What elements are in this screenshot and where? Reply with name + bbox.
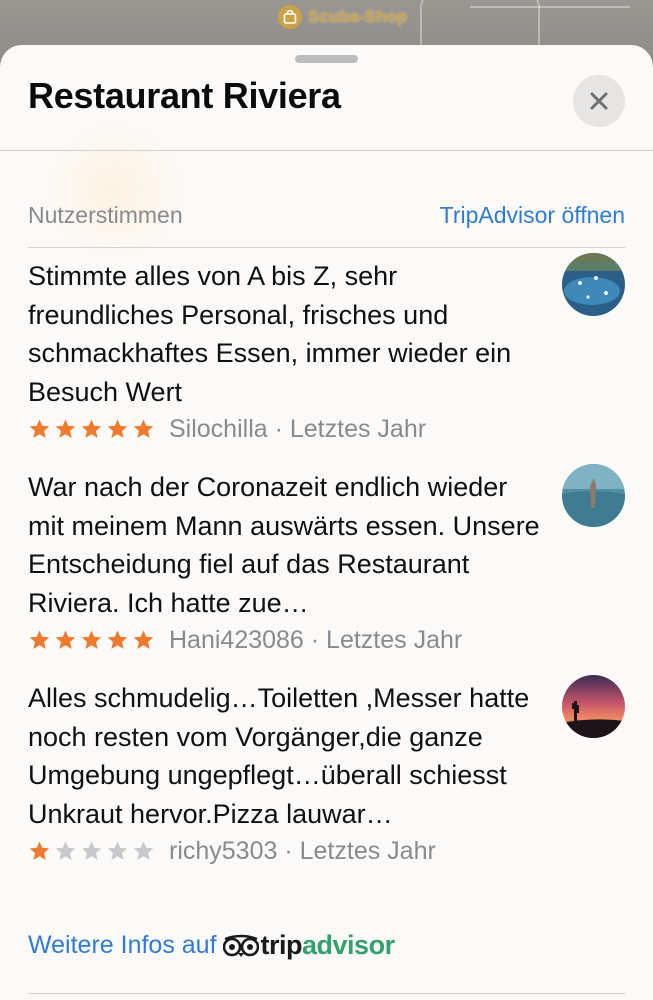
- shopping-bag-icon: [278, 5, 302, 29]
- map-poi-scuba-shop[interactable]: Scuba-Shop: [278, 5, 407, 29]
- more-info-text: Weitere Infos auf: [28, 931, 217, 959]
- review-item[interactable]: Alles schmudelig…Toiletten ,Messer hatte…: [28, 675, 625, 868]
- reviewer-avatar: [562, 253, 625, 316]
- review-meta: richy5303 · Letztes Jahr: [28, 834, 625, 868]
- reviews-section-header: Nutzerstimmen TripAdvisor öffnen: [28, 202, 625, 229]
- star-filled-icon: [55, 629, 76, 649]
- reviewer-avatar: [562, 675, 625, 738]
- review-author-date: richy5303 · Letztes Jahr: [169, 836, 436, 865]
- star-filled-icon: [29, 418, 50, 438]
- star-filled-icon: [81, 629, 102, 649]
- open-tripadvisor-link[interactable]: TripAdvisor öffnen: [440, 202, 625, 229]
- section-title: Nutzerstimmen: [28, 202, 183, 228]
- map-road: [470, 6, 630, 8]
- divider: [28, 993, 625, 994]
- place-title: Restaurant Riviera: [28, 75, 341, 116]
- review-text: Alles schmudelig…Toiletten ,Messer hatte…: [28, 683, 530, 829]
- star-empty-icon: [81, 840, 102, 860]
- tripadvisor-logo: tripadvisor: [222, 930, 396, 961]
- close-button[interactable]: [573, 75, 625, 127]
- tripadvisor-more-info-link[interactable]: Weitere Infos auf tripadvisor: [28, 930, 395, 961]
- divider: [0, 150, 653, 151]
- tripadvisor-owl-icon: [222, 934, 259, 957]
- star-filled-icon: [133, 418, 154, 438]
- star-filled-icon: [29, 840, 50, 860]
- divider: [28, 247, 625, 248]
- star-empty-icon: [55, 840, 76, 860]
- place-card-sheet: Restaurant Riviera Nutzerstimmen TripAdv…: [0, 45, 653, 1000]
- brand-part1: trip: [260, 930, 303, 960]
- star-filled-icon: [55, 418, 76, 438]
- star-rating: [28, 629, 155, 652]
- map-poi-label: Scuba-Shop: [308, 7, 408, 26]
- review-author-date: Silochilla · Letztes Jahr: [169, 414, 427, 443]
- star-rating: [28, 418, 155, 441]
- close-icon: [590, 92, 608, 110]
- star-filled-icon: [81, 418, 102, 438]
- star-filled-icon: [133, 629, 154, 649]
- decorative-glow: [40, 115, 190, 265]
- star-filled-icon: [29, 629, 50, 649]
- star-empty-icon: [133, 840, 154, 860]
- reviewer-avatar: [562, 464, 625, 527]
- review-meta: Hani423086 · Letztes Jahr: [28, 623, 625, 657]
- sheet-grabber[interactable]: [295, 55, 358, 63]
- review-item[interactable]: War nach der Coronazeit endlich wieder m…: [28, 464, 625, 657]
- review-meta: Silochilla · Letztes Jahr: [28, 412, 625, 446]
- review-author-date: Hani423086 · Letztes Jahr: [169, 625, 463, 654]
- review-text: War nach der Coronazeit endlich wieder m…: [28, 472, 540, 618]
- review-item[interactable]: Stimmte alles von A bis Z, sehr freundli…: [28, 253, 625, 446]
- review-text: Stimmte alles von A bis Z, sehr freundli…: [28, 261, 512, 407]
- star-filled-icon: [107, 418, 128, 438]
- star-rating: [28, 840, 155, 863]
- tripadvisor-wordmark: tripadvisor: [260, 930, 396, 961]
- star-empty-icon: [107, 840, 128, 860]
- star-filled-icon: [107, 629, 128, 649]
- brand-part2: advisor: [302, 930, 395, 960]
